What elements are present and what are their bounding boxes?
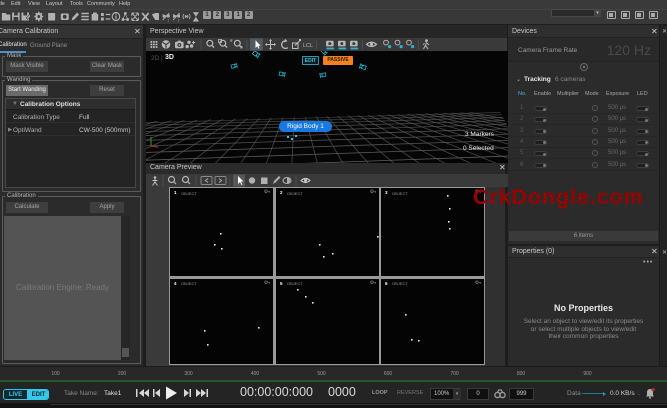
svg-text:2: 2 bbox=[178, 18, 180, 22]
svg-text:1: 1 bbox=[167, 18, 169, 22]
svg-text:LCL: LCL bbox=[303, 43, 313, 49]
